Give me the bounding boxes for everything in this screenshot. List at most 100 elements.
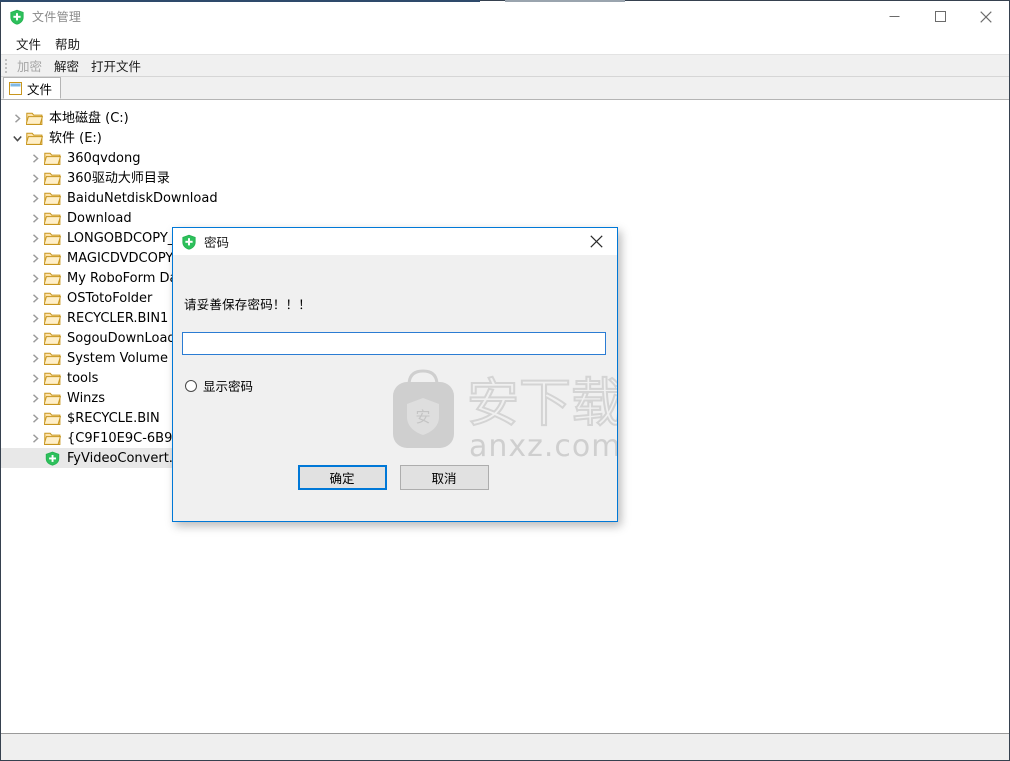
folder-icon xyxy=(43,191,62,206)
chevron-right-icon[interactable] xyxy=(27,410,43,426)
chevron-right-icon[interactable] xyxy=(27,290,43,306)
tree-item-label: tools xyxy=(67,370,99,386)
chevron-right-icon[interactable] xyxy=(27,150,43,166)
tree-item[interactable]: Winzs xyxy=(1,388,111,408)
folder-icon xyxy=(43,371,62,386)
maximize-button[interactable] xyxy=(917,1,963,32)
tree-item-label: SogouDownLoad xyxy=(67,330,176,346)
tree-item[interactable]: 360qvdong xyxy=(1,148,146,168)
capture-edge-artifact-right xyxy=(505,0,625,2)
folder-icon xyxy=(25,111,44,126)
show-password-label: 显示密码 xyxy=(203,379,254,394)
title-bar: 文件管理 xyxy=(1,1,1009,32)
tab-strip-empty-area xyxy=(61,77,1009,99)
tree-item-label: 软件 (E:) xyxy=(49,130,102,146)
tree-item-label: $RECYCLE.BIN xyxy=(67,410,160,426)
tree-item[interactable]: tools xyxy=(1,368,104,388)
tree-item[interactable]: $RECYCLE.BIN xyxy=(1,408,166,428)
chevron-right-icon[interactable] xyxy=(27,170,43,186)
chevron-right-icon[interactable] xyxy=(27,330,43,346)
tree-item[interactable]: SogouDownLoad xyxy=(1,328,182,348)
folder-icon xyxy=(43,251,62,266)
tree-item-label: 360qvdong xyxy=(67,150,141,166)
folder-icon xyxy=(43,211,62,226)
toolbar-encrypt-button[interactable]: 加密 xyxy=(11,55,48,76)
tree-item[interactable]: 软件 (E:) xyxy=(1,128,108,148)
tree-item[interactable]: 360驱动大师目录 xyxy=(1,168,176,188)
folder-icon xyxy=(43,151,62,166)
ok-button[interactable]: 确定 xyxy=(297,465,387,490)
folder-icon xyxy=(43,331,62,346)
menu-file[interactable]: 文件 xyxy=(9,32,48,55)
cancel-button[interactable]: 取消 xyxy=(399,465,489,490)
folder-icon xyxy=(43,351,62,366)
green-shield-plus-icon xyxy=(44,451,61,466)
chevron-right-icon[interactable] xyxy=(27,390,43,406)
tree-item-label: FyVideoConvert.ze xyxy=(67,450,188,466)
window-controls xyxy=(871,1,1009,32)
dialog-body: 请妥善保存密码！！！ 显示密码 安 安下载 anxz.com xyxy=(173,255,624,464)
dialog-close-button[interactable] xyxy=(575,228,617,255)
tree-item[interactable]: OSTotoFolder xyxy=(1,288,158,308)
dialog-title-bar: 密码 xyxy=(173,228,617,255)
password-input[interactable] xyxy=(182,332,606,355)
svg-text:安: 安 xyxy=(415,408,430,426)
window-icon xyxy=(9,81,22,95)
password-dialog: 密码 请妥善保存密码！！！ 显示密码 安 安下载 anxz.com 确定 取消 xyxy=(172,227,624,522)
folder-icon xyxy=(43,431,62,446)
tree-item-label: 本地磁盘 (C:) xyxy=(49,110,129,126)
tab-strip: 文件 xyxy=(1,77,1009,100)
toolbar-decrypt-button[interactable]: 解密 xyxy=(48,55,85,76)
toolbar: 加密 解密 打开文件 xyxy=(1,54,1009,77)
dialog-button-row: 确定 取消 xyxy=(173,455,617,521)
tree-item[interactable]: MAGICDVDCOPY_T xyxy=(1,248,194,268)
tree-item-label: MAGICDVDCOPY_T xyxy=(67,250,188,266)
anxz-watermark: 安 安下载 anxz.com xyxy=(387,353,624,465)
status-bar xyxy=(1,733,1009,760)
tree-item[interactable]: 本地磁盘 (C:) xyxy=(1,108,135,128)
chevron-right-icon[interactable] xyxy=(27,210,43,226)
tree-item-label: BaiduNetdiskDownload xyxy=(67,190,218,206)
tree-item[interactable]: FyVideoConvert.ze xyxy=(1,448,194,468)
dialog-warning-text: 请妥善保存密码！！！ xyxy=(184,297,312,312)
menu-bar: 文件 帮助 xyxy=(1,32,1009,54)
chevron-right-icon[interactable] xyxy=(27,230,43,246)
chevron-down-icon[interactable] xyxy=(9,130,25,146)
folder-icon xyxy=(43,391,62,406)
window-title: 文件管理 xyxy=(32,10,82,24)
chevron-right-icon[interactable] xyxy=(27,310,43,326)
tab-files[interactable]: 文件 xyxy=(3,77,62,99)
tree-item[interactable]: LONGOBDCOPY_TE xyxy=(1,228,196,248)
tab-label: 文件 xyxy=(27,81,53,97)
chevron-right-icon[interactable] xyxy=(27,350,43,366)
tree-item-label: RECYCLER.BIN1 xyxy=(67,310,169,326)
tree-item[interactable]: RECYCLER.BIN1 xyxy=(1,308,174,328)
toolbar-grip-handle[interactable] xyxy=(3,58,8,73)
show-password-radio[interactable]: 显示密码 xyxy=(185,376,253,395)
folder-icon xyxy=(43,171,62,186)
tree-item[interactable]: My RoboForm Data xyxy=(1,268,197,288)
green-shield-plus-icon xyxy=(9,9,25,25)
folder-icon xyxy=(25,131,44,146)
tree-item-label: 360驱动大师目录 xyxy=(67,170,170,186)
svg-text:安下载: 安下载 xyxy=(467,374,617,434)
folder-icon xyxy=(43,231,62,246)
folder-icon xyxy=(43,411,62,426)
close-button[interactable] xyxy=(963,1,1009,32)
tree-item[interactable]: Download xyxy=(1,208,138,228)
chevron-right-icon[interactable] xyxy=(27,250,43,266)
menu-help[interactable]: 帮助 xyxy=(48,32,87,55)
toolbar-open-file-button[interactable]: 打开文件 xyxy=(85,55,147,76)
minimize-button[interactable] xyxy=(871,1,917,32)
chevron-right-icon[interactable] xyxy=(27,370,43,386)
tree-item[interactable]: BaiduNetdiskDownload xyxy=(1,188,224,208)
chevron-right-icon[interactable] xyxy=(27,190,43,206)
chevron-right-icon[interactable] xyxy=(27,270,43,286)
chevron-right-icon[interactable] xyxy=(27,430,43,446)
folder-icon xyxy=(43,311,62,326)
chevron-right-icon[interactable] xyxy=(9,110,25,126)
tree-item-label: Download xyxy=(67,210,132,226)
radio-indicator-icon xyxy=(185,379,197,392)
dialog-title: 密码 xyxy=(204,235,230,250)
